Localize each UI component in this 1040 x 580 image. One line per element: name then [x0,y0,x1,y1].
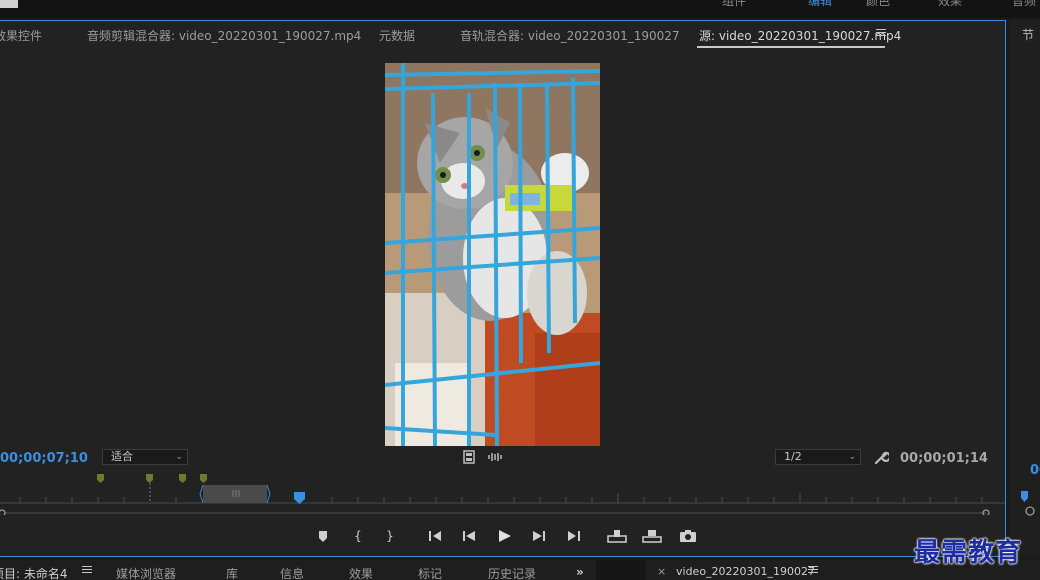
workspace-tab-audio[interactable]: 音频 [1012,0,1036,9]
go-to-out-icon[interactable] [562,527,584,545]
zoom-level-value: 适合 [111,450,133,463]
workspace-tab-effects[interactable]: 效果 [938,0,962,9]
tab-media-browser[interactable]: 媒体浏览器 [116,565,176,580]
zoom-scrollbar[interactable] [0,509,992,515]
tab-info[interactable]: 信息 [280,565,304,580]
tab-metadata[interactable]: 元数据 [379,27,415,44]
playback-resolution-value: 1/2 [784,450,802,463]
workspace-tab-color[interactable]: 颜色 [866,0,890,9]
kitten-frame-image [385,63,600,446]
workspace-tab-editing[interactable]: 编辑 [808,0,832,9]
tab-effects[interactable]: 效果 [349,565,373,580]
time-ruler[interactable] [0,473,1005,509]
watermark-logo: 最需教育 [914,538,1023,568]
timeline-panel-menu-icon[interactable] [808,564,818,576]
video-preview [385,63,600,446]
duration-timecode: 00;00;01;14 [900,451,988,466]
source-monitor-panel: 效果控件 音频剪辑混合器: video_20220301_190027.mp4 … [0,20,1006,557]
program-scroll-handle[interactable] [1024,506,1038,516]
transport-controls: { } [0,521,1005,555]
insert-icon[interactable] [606,527,628,545]
program-playhead-icon[interactable] [1020,490,1030,504]
export-frame-icon[interactable] [677,527,699,545]
close-tab-icon[interactable]: × [657,565,666,578]
step-back-icon[interactable] [458,527,480,545]
tools-panel [596,560,646,580]
active-tab-indicator [697,46,885,48]
project-panel-tab-bar: 项目: 未命名4 媒体浏览器 库 信息 效果 标记 历史记录 » × video… [0,560,1040,580]
drag-video-only-icon[interactable] [463,450,475,464]
tab-program[interactable]: 节 [1022,26,1034,43]
drag-audio-only-icon[interactable] [487,452,503,462]
tab-overflow-icon[interactable]: » [576,565,584,579]
tab-audio-clip-mixer[interactable]: 音频剪辑混合器: video_20220301_190027.mp4 [87,27,361,44]
workspace-tab-assembly[interactable]: 组件 [722,0,746,9]
mark-in-icon[interactable]: { [347,527,369,545]
play-icon[interactable] [493,527,515,545]
workspace-bar: 组件 编辑 颜色 效果 音频 [0,0,1040,18]
tab-libraries[interactable]: 库 [226,565,238,580]
panel-menu-icon[interactable] [876,27,886,39]
app-menu-icon[interactable] [0,0,18,8]
tab-timeline-sequence[interactable]: video_20220301_190027 [676,565,815,578]
chevron-down-icon: ⌄ [175,452,183,462]
tab-markers[interactable]: 标记 [418,565,442,580]
tab-source[interactable]: 源: video_20220301_190027.mp4 [699,27,901,44]
tab-effect-controls[interactable]: 效果控件 [0,27,42,44]
step-forward-icon[interactable] [528,527,550,545]
wrench-settings-icon[interactable] [873,450,889,466]
panel-tab-bar: 效果控件 音频剪辑混合器: video_20220301_190027.mp4 … [0,21,1005,49]
tab-project[interactable]: 项目: 未命名4 [0,565,68,580]
go-to-in-icon[interactable] [425,527,447,545]
project-panel-menu-icon[interactable] [82,564,92,576]
mark-out-icon[interactable]: } [379,527,401,545]
tab-audio-track-mixer[interactable]: 音轨混合器: video_20220301_190027 [460,27,680,44]
overwrite-icon[interactable] [641,527,663,545]
playback-resolution-select[interactable]: 1/2 ⌄ [775,449,861,465]
program-monitor-panel: 节 00 [1010,20,1040,557]
marker-icon[interactable] [312,527,334,545]
zoom-level-select[interactable]: 适合 ⌄ [102,449,188,465]
playhead-timecode[interactable]: 00;00;07;10 [0,451,88,466]
tab-history[interactable]: 历史记录 [488,565,536,580]
chevron-down-icon: ⌄ [848,452,856,462]
program-timecode[interactable]: 00 [1030,463,1040,478]
